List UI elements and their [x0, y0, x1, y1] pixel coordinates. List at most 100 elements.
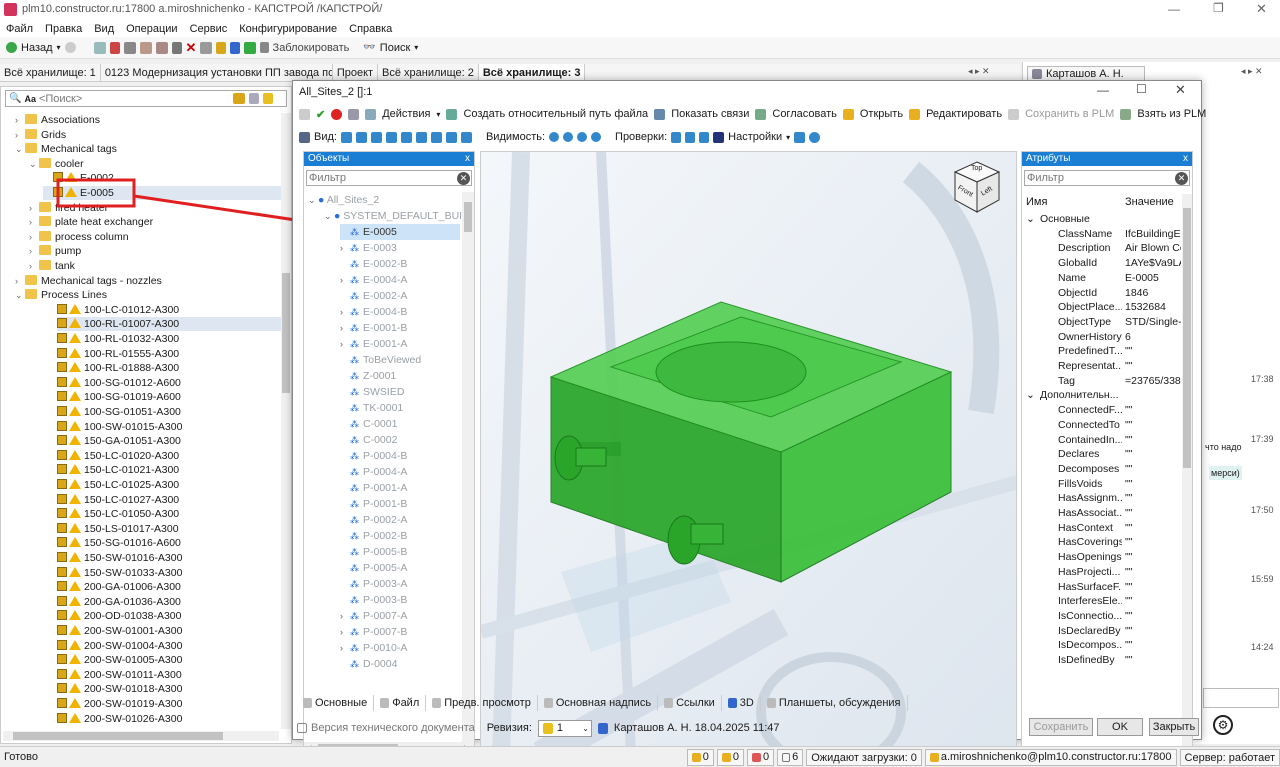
tree-folder-item[interactable]: ⌄ Mechanical tags — [15, 142, 117, 156]
object-item[interactable]: ⁂ P-0003-B — [340, 592, 407, 608]
attr-row[interactable]: HasContext "" — [1022, 521, 1182, 536]
grid-icon[interactable] — [299, 131, 310, 143]
object-item[interactable]: › ⁂ E-0004-A — [340, 272, 407, 288]
view-fit-icon[interactable] — [460, 131, 472, 143]
create-rel-path-button[interactable]: Создать относительный путь файла — [463, 108, 648, 120]
attr-row[interactable]: ConnectedTo "" — [1022, 418, 1182, 433]
check-icon-3[interactable] — [699, 131, 710, 143]
properties-icon[interactable] — [199, 41, 212, 54]
chat-input[interactable] — [1203, 688, 1279, 708]
check-icon[interactable]: ✔ — [316, 108, 325, 121]
expand-icon[interactable]: ⌄ — [15, 142, 25, 156]
object-item[interactable]: ⁂ P-0004-A — [340, 464, 407, 480]
object-item[interactable]: ⁂ ToBeViewed — [340, 352, 421, 368]
attr-row[interactable]: PredefinedT... "" — [1022, 344, 1182, 359]
status-counter-1[interactable]: 0 — [686, 748, 714, 766]
take-plm-button[interactable]: Взять из PLM — [1137, 108, 1206, 120]
doc-tab[interactable]: Всё хранилище: 2 — [378, 63, 479, 82]
tree-scrollbar[interactable] — [281, 113, 291, 729]
object-item[interactable]: ⁂ P-0002-B — [340, 528, 407, 544]
open-button[interactable]: Открыть — [860, 108, 903, 120]
object-item[interactable]: ⁂ P-0001-B — [340, 496, 407, 512]
edit-button[interactable]: Редактировать — [926, 108, 1002, 120]
object-item[interactable]: ⁂ C-0001 — [340, 416, 397, 432]
check-icon-1[interactable] — [671, 131, 682, 143]
attr-row[interactable]: InterferesEle... "" — [1022, 594, 1182, 609]
attr-group[interactable]: ⌄ Основные — [1022, 212, 1182, 227]
attr-row[interactable]: HasSurfaceF... "" — [1022, 580, 1182, 595]
object-item[interactable]: ⁂ P-0005-A — [340, 560, 407, 576]
upload-icon[interactable] — [215, 41, 226, 54]
attr-row[interactable]: HasAssociat... "" — [1022, 506, 1182, 521]
attr-row[interactable]: IsConnectio... "" — [1022, 609, 1182, 624]
attributes-scrollbar[interactable] — [1182, 194, 1192, 754]
tree-line-item[interactable]: 200-SW-01004-A300 — [57, 639, 182, 653]
delete-icon[interactable]: ✕ — [186, 41, 197, 55]
filter-icon[interactable] — [232, 93, 245, 104]
tree-folder-item[interactable]: › fired heater — [29, 201, 108, 215]
tree-line-item[interactable]: 200-SW-01026-A300 — [57, 712, 182, 726]
attr-row[interactable]: HasProjecti... "" — [1022, 565, 1182, 580]
pane-controls[interactable]: ◂ ▸ ✕ — [1241, 66, 1263, 77]
tree-line-item[interactable]: 150-LC-01050-A300 — [57, 507, 179, 521]
visibility-icon-2[interactable] — [563, 132, 574, 142]
col-name[interactable]: Имя — [1026, 196, 1047, 208]
edit-icon[interactable] — [109, 41, 120, 54]
object-item[interactable]: › ⁂ E-0001-B — [340, 320, 407, 336]
expand-icon[interactable]: › — [340, 336, 350, 352]
view-left-icon[interactable] — [385, 131, 397, 143]
expand-icon[interactable]: › — [29, 201, 39, 215]
attr-row[interactable]: Declares "" — [1022, 447, 1182, 462]
expand-icon[interactable]: › — [340, 608, 350, 624]
settings-button[interactable]: Настройки — [728, 131, 782, 143]
doc-icon[interactable] — [248, 93, 259, 104]
paste-icon[interactable] — [155, 41, 168, 54]
tree-line-item[interactable]: 150-SW-01016-A300 — [57, 551, 182, 565]
object-item[interactable]: ⁂ SWSIED — [340, 384, 404, 400]
expand-icon[interactable]: › — [340, 320, 350, 336]
object-item[interactable]: ⁂ E-0005 — [340, 224, 460, 240]
expand-icon[interactable]: › — [340, 304, 350, 320]
expand-icon[interactable]: ⌄ — [15, 288, 25, 302]
tree-line-item[interactable]: 200-SW-01005-A300 — [57, 653, 182, 667]
attr-row[interactable]: IsDecompos... "" — [1022, 638, 1182, 653]
objects-filter-input[interactable]: Фильтр — [307, 172, 457, 184]
tree-tag-item[interactable]: E-0005 — [43, 186, 281, 200]
attr-row[interactable]: Description Air Blown Co — [1022, 241, 1182, 256]
cut-icon[interactable] — [171, 41, 182, 54]
object-item[interactable]: ⁂ P-0001-A — [340, 480, 407, 496]
tree-hscrollbar[interactable] — [3, 731, 279, 741]
bottom-tab[interactable]: Ссылки — [658, 695, 722, 711]
object-item[interactable]: › ⁂ E-0004-B — [340, 304, 407, 320]
3d-viewport[interactable]: Top Front Left — [480, 151, 1017, 755]
collapse-icon[interactable]: ⌄ — [1026, 388, 1035, 403]
attr-row[interactable]: Decomposes "" — [1022, 462, 1182, 477]
expand-icon[interactable]: › — [340, 240, 350, 256]
bottom-tab[interactable]: Основная надпись — [538, 695, 659, 711]
star-icon[interactable] — [262, 93, 273, 104]
attr-row[interactable]: Name E-0005 — [1022, 271, 1182, 286]
expand-icon[interactable]: › — [29, 259, 39, 273]
eye-icon[interactable] — [591, 132, 602, 142]
view-top-icon[interactable] — [415, 131, 427, 143]
tab-scroll-icons[interactable]: ◂ ▸ ✕ — [968, 66, 990, 77]
expand-icon[interactable]: ⌄ — [29, 157, 39, 171]
search-input[interactable]: <Поиск> — [39, 93, 229, 105]
attr-row[interactable]: HasOpenings "" — [1022, 550, 1182, 565]
tree-line-item[interactable]: 100-SG-01019-A600 — [57, 390, 181, 404]
tree-line-item[interactable]: 100-SG-01012-A600 — [57, 376, 181, 390]
tree-line-item[interactable]: 200-GA-01006-A300 — [57, 580, 181, 594]
doc-tab[interactable]: Проект — [333, 63, 379, 82]
tree-folder-item[interactable]: › process column — [29, 230, 129, 244]
object-item[interactable]: › ⁂ P-0007-A — [340, 608, 407, 624]
status-counter-4[interactable]: 6 — [777, 748, 804, 766]
bottom-tab[interactable]: Планшеты, обсуждения — [761, 695, 908, 711]
doc-version-checkbox[interactable] — [297, 723, 307, 733]
object-item[interactable]: ⁂ TK-0001 — [340, 400, 403, 416]
tree-folder-item[interactable]: › Mechanical tags - nozzles — [15, 274, 162, 288]
tree-line-item[interactable]: 150-SG-01016-A600 — [57, 536, 181, 550]
tree-line-item[interactable]: 200-GA-01036-A300 — [57, 595, 181, 609]
export-icon[interactable] — [794, 131, 806, 143]
menu-item[interactable]: Справка — [349, 23, 392, 35]
menu-item[interactable]: Сервис — [190, 23, 228, 35]
